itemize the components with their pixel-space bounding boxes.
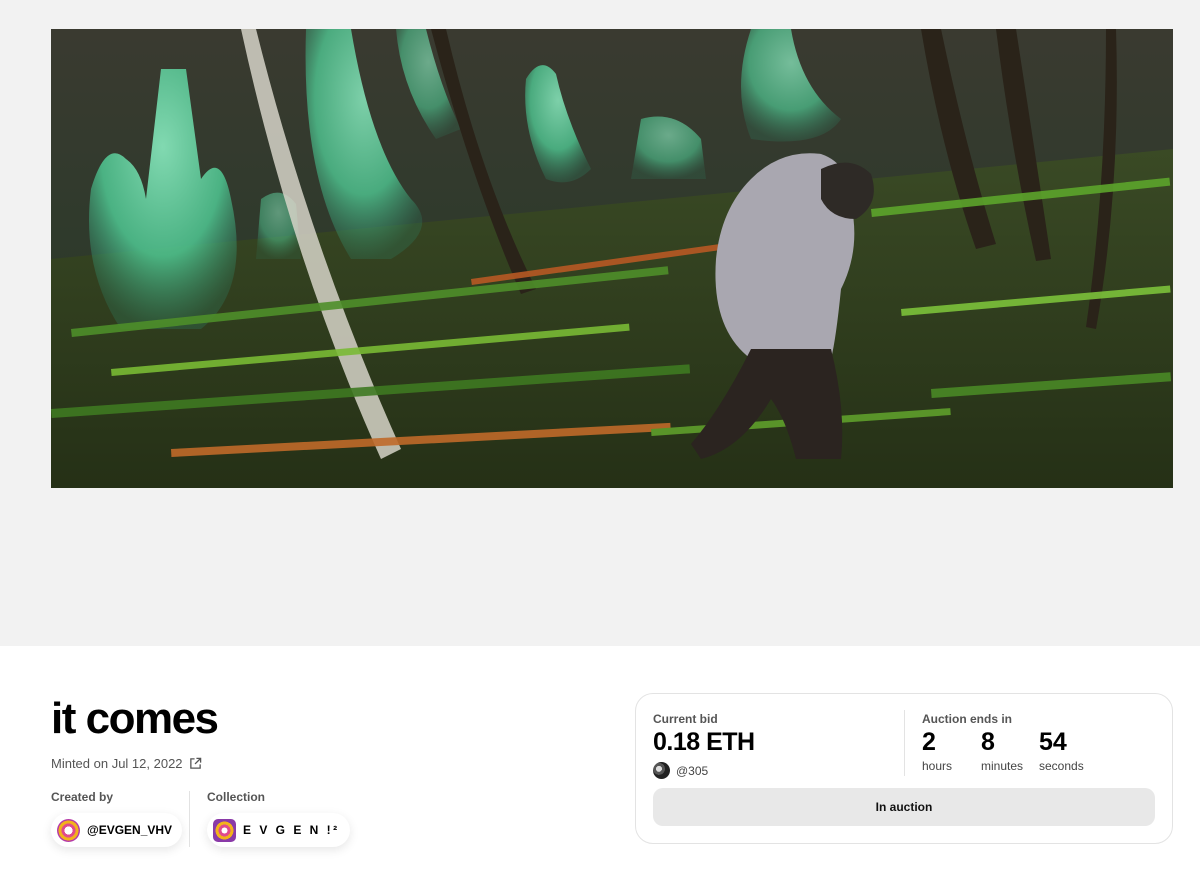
- created-by-label: Created by: [51, 790, 114, 804]
- auction-ends-label: Auction ends in: [922, 712, 1012, 726]
- meta-divider: [189, 791, 190, 847]
- artwork-image[interactable]: [51, 29, 1173, 488]
- card-divider: [904, 710, 905, 776]
- collection-pill[interactable]: E V G E N !²: [207, 813, 350, 847]
- collection-avatar: [213, 818, 236, 842]
- collection-name: E V G E N !²: [243, 823, 340, 837]
- countdown-seconds: 54 seconds: [1039, 728, 1084, 773]
- collection-label: Collection: [207, 790, 266, 804]
- creator-handle: @EVGEN_VHV: [87, 823, 173, 837]
- current-bid-label: Current bid: [653, 712, 718, 726]
- minutes-unit: minutes: [981, 759, 1024, 773]
- auction-card: Current bid 0.18 ETH @305 Auction ends i…: [635, 693, 1173, 844]
- bidder-avatar: [653, 762, 670, 779]
- minted-date: Minted on Jul 12, 2022: [51, 756, 183, 771]
- artwork-hero: [0, 0, 1200, 646]
- seconds-unit: seconds: [1039, 759, 1084, 773]
- countdown-hours: 2 hours: [922, 728, 952, 773]
- countdown-minutes: 8 minutes: [981, 728, 1023, 773]
- seconds-value: 54: [1039, 728, 1067, 756]
- current-bid-value: 0.18 ETH: [653, 728, 755, 756]
- hours-value: 2: [922, 728, 936, 756]
- external-link-icon[interactable]: [189, 757, 202, 770]
- minutes-value: 8: [981, 728, 995, 756]
- creator-pill[interactable]: @EVGEN_VHV: [51, 813, 183, 847]
- nft-title: it comes: [51, 694, 219, 743]
- in-auction-button[interactable]: In auction: [653, 788, 1155, 826]
- bidder[interactable]: @305: [653, 762, 708, 779]
- creator-avatar: [57, 818, 80, 842]
- artwork-painting: [51, 29, 1173, 488]
- minted-info: Minted on Jul 12, 2022: [51, 756, 202, 771]
- hours-unit: hours: [922, 759, 953, 773]
- bidder-handle: @305: [676, 763, 709, 778]
